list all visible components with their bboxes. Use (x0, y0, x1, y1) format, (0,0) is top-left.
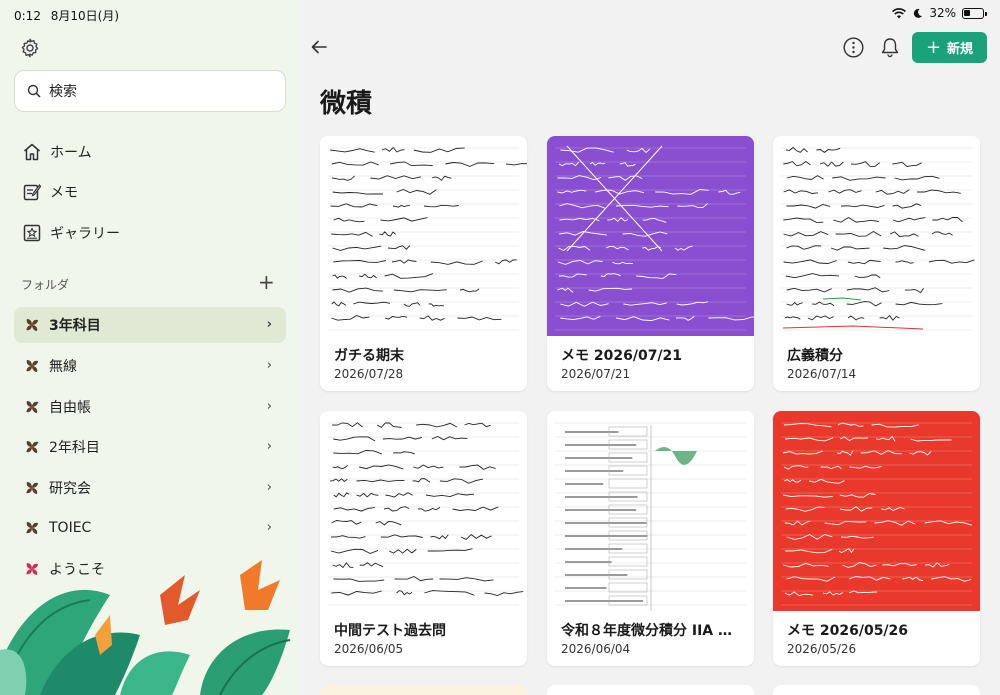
note-date: 2026/05/26 (787, 642, 857, 656)
nav-item-gallery[interactable]: ギャラリー (22, 223, 120, 243)
moon-icon (914, 8, 923, 18)
battery-icon (962, 7, 987, 19)
note-card[interactable]: ガチる期末 2026/07/28 (320, 136, 527, 391)
home-icon (22, 142, 42, 162)
more-info-icon[interactable] (843, 37, 864, 58)
note-thumbnail (773, 411, 980, 611)
status-time: 0:12 (14, 9, 41, 23)
sidebar: 検索 ホーム メモ ギャラリー フォルダ + 3年科目 › 無線 › 自由帳 ›… (0, 0, 300, 695)
note-card[interactable]: 令和８年度微分積分 IIA 前期期末試験 2026/06/04 (547, 411, 754, 666)
note-date: 2026/06/05 (334, 642, 404, 656)
handwritten-notes-image (547, 136, 754, 336)
new-note-button[interactable]: + 新規 (912, 32, 987, 63)
status-indicators: 32% (892, 6, 987, 20)
note-thumbnail (547, 411, 754, 611)
folder-item[interactable]: 2年科目 › (14, 429, 286, 465)
folder-item[interactable]: 研究会 › (14, 470, 286, 506)
folder-item[interactable]: 無線 › (14, 348, 286, 384)
note-card[interactable]: 中間テスト過去問 2026/06/05 (320, 411, 527, 666)
search-input[interactable]: 検索 (14, 70, 286, 112)
folders-heading: フォルダ (21, 278, 70, 292)
tropical-leaves-decoration (0, 560, 291, 695)
search-placeholder: 検索 (49, 84, 77, 100)
note-title: メモ 2026/07/21 (561, 348, 683, 364)
folder-leaf-icon (24, 439, 40, 455)
folder-leaf-icon (24, 520, 40, 536)
note-title: メモ 2026/05/26 (787, 623, 909, 639)
new-note-label: 新規 (947, 42, 974, 57)
handwritten-notes-image (773, 411, 980, 611)
status-date: 8月10日(月) (50, 9, 120, 23)
folder-item[interactable]: 3年科目 › (14, 307, 286, 343)
wifi-icon (892, 7, 907, 18)
folder-label: 自由帳 (49, 400, 91, 416)
folder-label: 3年科目 (49, 318, 101, 334)
note-date: 2026/07/28 (334, 367, 404, 381)
note-thumbnail (320, 411, 527, 611)
folder-leaf-icon (24, 317, 40, 333)
battery-percent: 32% (929, 6, 956, 20)
note-thumbnail (320, 136, 527, 336)
folder-item[interactable]: 自由帳 › (14, 389, 286, 425)
memo-icon (22, 182, 42, 202)
main-content: + 新規 微積 ガチる期末 2026/07/28 メモ 2026/07/21 2… (300, 0, 1000, 695)
folder-leaf-icon (24, 358, 40, 374)
note-card[interactable]: メモ 2026/07/21 2026/07/21 (547, 136, 754, 391)
back-arrow-icon[interactable] (310, 38, 328, 56)
nav-item-home[interactable]: ホーム (22, 142, 92, 162)
page-title: 微積 (320, 89, 373, 119)
note-card[interactable]: 広義積分 2026/07/14 (773, 136, 980, 391)
nav-label-memo: メモ (50, 185, 78, 201)
note-thumbnail (773, 136, 980, 336)
handwritten-notes-image (773, 136, 980, 336)
handwritten-notes-image (320, 136, 527, 336)
folder-leaf-icon (24, 399, 40, 415)
note-title: 令和８年度微分積分 IIA 前期期末試験 (561, 623, 746, 639)
search-icon (27, 84, 41, 98)
note-date: 2026/07/21 (561, 367, 631, 381)
chevron-right-icon: › (266, 520, 272, 535)
folder-label: 無線 (49, 359, 77, 375)
note-card-peek[interactable] (320, 685, 527, 695)
bell-icon[interactable] (880, 37, 900, 58)
chevron-right-icon: › (266, 439, 272, 454)
plus-icon: + (925, 36, 942, 58)
note-title: 中間テスト過去問 (334, 623, 446, 639)
note-card[interactable]: メモ 2026/05/26 2026/05/26 (773, 411, 980, 666)
folder-label: 研究会 (49, 481, 91, 497)
note-title: 広義積分 (787, 348, 843, 364)
handwritten-notes-image (320, 411, 527, 611)
chevron-right-icon: › (266, 399, 272, 414)
folder-leaf-icon (24, 480, 40, 496)
note-card-peek[interactable] (773, 685, 980, 695)
status-time-date: 0:12 8月10日(月) (14, 7, 119, 24)
folder-item[interactable]: TOIEC › (14, 510, 286, 546)
note-thumbnail (547, 136, 754, 336)
nav-item-memo[interactable]: メモ (22, 182, 78, 202)
chevron-right-icon: › (266, 358, 272, 373)
add-folder-icon[interactable]: + (258, 272, 275, 292)
nav-label-gallery: ギャラリー (50, 226, 120, 242)
note-date: 2026/06/04 (561, 642, 631, 656)
note-date: 2026/07/14 (787, 367, 857, 381)
note-card-peek[interactable] (547, 685, 754, 695)
gallery-icon (22, 223, 42, 243)
chevron-right-icon: › (266, 317, 272, 332)
exam-sheet-image (547, 411, 754, 611)
folder-label: 2年科目 (49, 440, 100, 456)
status-bar: 0:12 8月10日(月) 32% (0, 0, 1000, 28)
folder-label: TOIEC (49, 520, 92, 536)
gear-icon[interactable] (19, 37, 41, 59)
nav-label-home: ホーム (50, 145, 92, 161)
chevron-right-icon: › (266, 480, 272, 495)
note-title: ガチる期末 (334, 348, 404, 364)
